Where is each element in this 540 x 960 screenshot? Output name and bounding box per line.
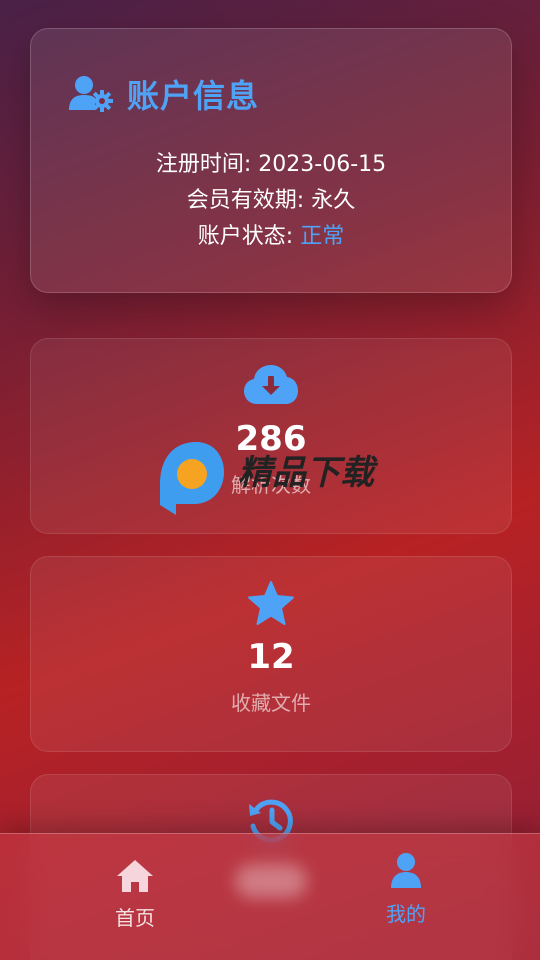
- register-time-row: 注册时间: 2023-06-15: [31, 147, 511, 183]
- nav-label-home: 首页: [115, 906, 155, 930]
- account-status-value: 正常: [300, 224, 345, 249]
- user-gear-icon: [69, 76, 113, 112]
- account-status-label: 账户状态:: [197, 224, 294, 249]
- account-header: 账户信息: [69, 71, 259, 117]
- home-icon: [117, 860, 153, 892]
- account-info-card: 账户信息 注册时间: 2023-06-15 会员有效期: 永久 账户状态: 正常: [30, 28, 512, 293]
- membership-value: 永久: [311, 188, 356, 213]
- nav-item-home[interactable]: 首页: [75, 858, 195, 931]
- account-title: 账户信息: [127, 77, 260, 115]
- stat-label: 解析次数: [231, 473, 311, 497]
- membership-label: 会员有效期:: [186, 188, 305, 213]
- register-time-value: 2023-06-15: [258, 152, 387, 177]
- stat-value: 286: [235, 419, 307, 459]
- nav-center-blur: [235, 864, 307, 898]
- cloud-download-icon: [244, 365, 298, 404]
- nav-label-mine: 我的: [386, 902, 426, 926]
- star-icon: [248, 581, 294, 625]
- nav-item-mine[interactable]: 我的: [346, 852, 466, 927]
- account-status-row: 账户状态: 正常: [31, 219, 511, 255]
- membership-row: 会员有效期: 永久: [31, 183, 511, 219]
- stat-value: 12: [247, 637, 295, 677]
- user-icon: [391, 853, 421, 888]
- register-time-label: 注册时间:: [155, 152, 252, 177]
- stat-label: 收藏文件: [231, 691, 311, 715]
- bottom-nav: 首页 我的: [0, 833, 540, 960]
- stat-card-favorites[interactable]: 12 收藏文件: [30, 556, 512, 752]
- stat-card-parse-count[interactable]: 286 解析次数: [30, 338, 512, 534]
- account-details: 注册时间: 2023-06-15 会员有效期: 永久 账户状态: 正常: [31, 147, 511, 255]
